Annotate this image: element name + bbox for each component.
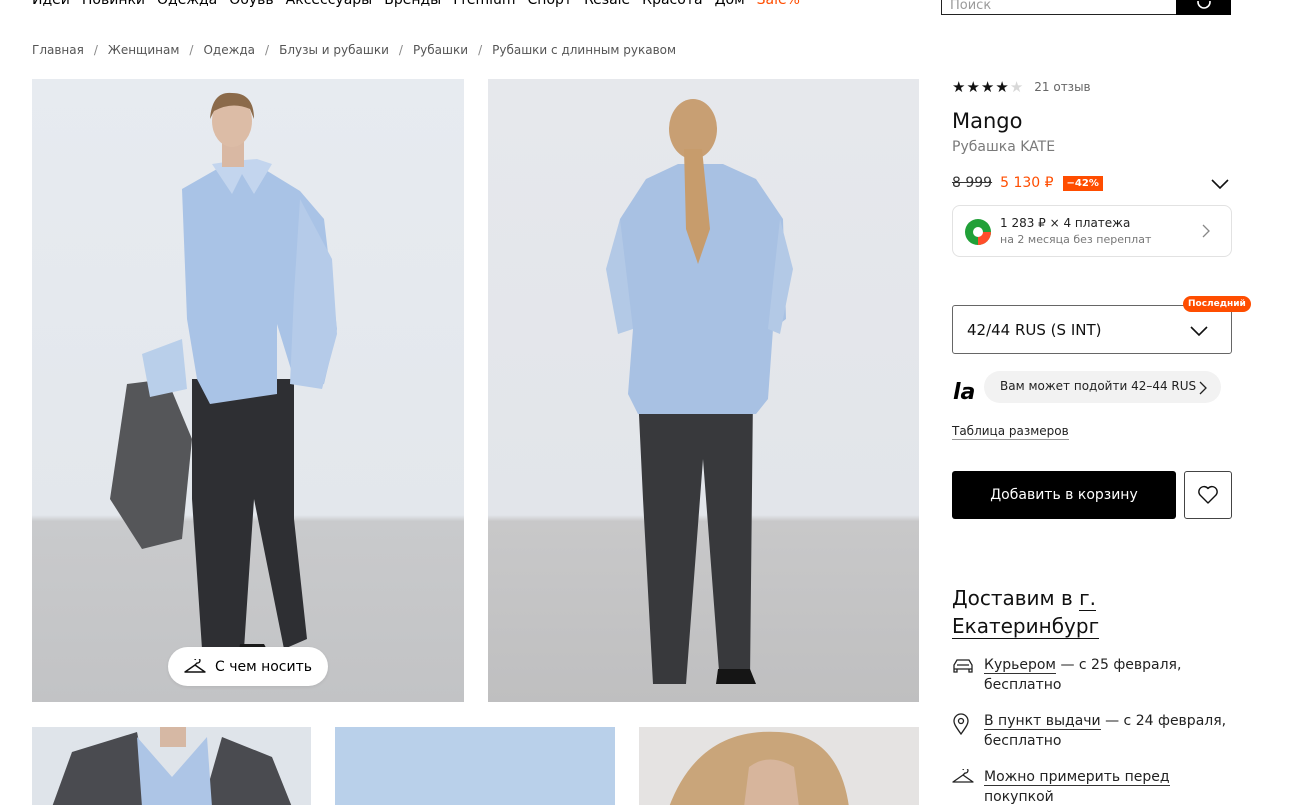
chevron-down-icon[interactable] (1210, 178, 1230, 190)
nav-item-sport[interactable]: Спорт (528, 0, 573, 8)
what-to-wear-label: С чем носить (214, 658, 313, 675)
breadcrumb-separator: / (93, 43, 98, 57)
star-icon: ★ (952, 78, 967, 96)
nav-item-home[interactable]: Дом (715, 0, 745, 8)
size-select[interactable]: 42/44 RUS (S INT) (952, 305, 1232, 354)
delivery-heading-prefix: Доставим в (952, 586, 1073, 610)
breadcrumb-separator: / (189, 43, 194, 57)
current-price: 5 130 ₽ (1000, 175, 1054, 191)
fit-service-logo: la (953, 380, 976, 405)
product-photo-detail-3[interactable] (639, 727, 919, 805)
product-photo-front[interactable] (32, 79, 464, 702)
breadcrumb-women[interactable]: Женщинам (108, 43, 180, 57)
nav-item-sale[interactable]: Sale% (757, 0, 800, 8)
model-back-illustration (606, 99, 793, 684)
nav-item-beauty[interactable]: Красота (642, 0, 702, 8)
chevron-right-icon (1199, 381, 1207, 395)
product-photo-detail-2[interactable] (335, 727, 615, 805)
nav-item-brands[interactable]: Бренды (384, 0, 441, 8)
location-pin-icon (953, 713, 969, 735)
size-chart-link[interactable]: Таблица размеров (952, 424, 1069, 440)
old-price: 8 999 (952, 175, 993, 191)
search-bar: Поиск (941, 0, 1231, 15)
star-icon: ★ (966, 78, 981, 96)
size-recommendation-text: Вам может подойти 42–44 RUS (1000, 379, 1197, 393)
nav-item-clothes[interactable]: Одежда (157, 0, 217, 8)
installment-offer[interactable]: 1 283 ₽ × 4 платежа на 2 месяца без пере… (952, 205, 1232, 257)
price-block: 8 999 5 130 ₽ −42% (952, 175, 1103, 191)
search-button[interactable] (1176, 0, 1231, 15)
product-name: Рубашка KATE (952, 139, 1056, 155)
delivery-heading: Доставим в г. Екатеринбург (952, 584, 1152, 640)
star-empty-icon: ★ (1009, 78, 1025, 96)
breadcrumb-blouses[interactable]: Блузы и рубашки (279, 43, 389, 57)
delivery-pickup: В пункт выдачи — с 24 февраля, бесплатно (952, 711, 1242, 751)
what-to-wear-button[interactable]: С чем носить (168, 647, 328, 686)
reviews-count[interactable]: 21 отзыв (1034, 80, 1090, 94)
nav-item-accessories[interactable]: Аксессуары (286, 0, 373, 8)
model-detail-illustration-1 (52, 727, 292, 805)
product-brand[interactable]: Mango (952, 109, 1022, 133)
delivery-tryon: Можно примерить перед покупкой (952, 767, 1242, 805)
nav-item-new[interactable]: Новинки (82, 0, 145, 8)
search-input[interactable]: Поиск (941, 0, 1176, 15)
hanger-icon (184, 658, 206, 673)
courier-link[interactable]: Курьером (984, 657, 1056, 674)
heart-icon (1198, 485, 1218, 504)
breadcrumb-long-sleeve[interactable]: Рубашки с длинным рукавом (492, 43, 676, 57)
search-icon (1196, 1, 1211, 9)
tryon-link[interactable]: Можно примерить перед покупкой (984, 769, 1170, 805)
product-rating[interactable]: ★ ★ ★ ★ ★ 21 отзыв (952, 78, 1091, 96)
breadcrumb-separator: / (398, 43, 403, 57)
size-recommendation[interactable]: Вам может подойти 42–44 RUS (984, 371, 1221, 403)
add-to-cart-button[interactable]: Добавить в корзину (952, 471, 1176, 519)
hanger-icon (952, 769, 974, 783)
nav-item-resale[interactable]: Resale (584, 0, 630, 8)
chevron-down-icon (1190, 326, 1208, 337)
nav-item-premium[interactable]: Premium (453, 0, 515, 8)
breadcrumb-shirts[interactable]: Рубашки (413, 43, 468, 57)
star-icon: ★ (980, 78, 996, 96)
breadcrumb-separator: / (478, 43, 483, 57)
delivery-courier: Курьером — с 25 февраля, бесплатно (952, 655, 1242, 695)
car-icon (953, 659, 973, 673)
discount-badge: −42% (1062, 175, 1103, 191)
product-photo-back[interactable] (488, 79, 919, 702)
installment-amount: 1 283 ₽ × 4 платежа (1000, 216, 1131, 230)
nav-item-shoes[interactable]: Обувь (229, 0, 273, 8)
payment-provider-icon (965, 219, 991, 245)
chevron-right-icon (1202, 224, 1210, 238)
breadcrumb-separator: / (265, 43, 270, 57)
product-photo-detail-1[interactable] (32, 727, 311, 805)
top-navigation: Идеи Новинки Одежда Обувь Аксессуары Бре… (32, 0, 800, 8)
favorite-button[interactable] (1184, 471, 1232, 519)
breadcrumb-home[interactable]: Главная (32, 43, 84, 57)
pickup-link[interactable]: В пункт выдачи (984, 713, 1101, 730)
breadcrumb: Главная / Женщинам / Одежда / Блузы и рубаш… (32, 43, 676, 57)
nav-item-ideas[interactable]: Идеи (32, 0, 70, 8)
installment-terms: на 2 месяца без переплат (1000, 233, 1152, 246)
model-front-illustration (110, 92, 337, 659)
size-select-value: 42/44 RUS (S INT) (967, 320, 1102, 339)
star-icon: ★ (995, 78, 1010, 96)
breadcrumb-clothes[interactable]: Одежда (203, 43, 255, 57)
model-detail-illustration-3 (669, 731, 849, 805)
last-item-badge: Последний (1183, 296, 1251, 312)
